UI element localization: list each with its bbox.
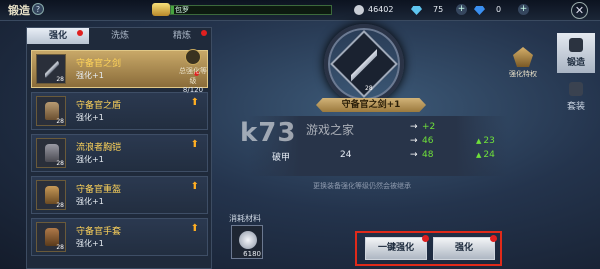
stat-label: 破甲	[272, 153, 291, 163]
vip-progress-fill	[171, 6, 175, 14]
blue-gem-amount: 0	[496, 5, 502, 14]
item-level-badge: 28	[56, 160, 64, 167]
blue-gem-icon	[474, 6, 485, 15]
stat-gain: 48	[422, 150, 434, 160]
diamond-icon	[411, 6, 422, 15]
tab-wash-label: 洗炼	[110, 31, 129, 41]
total-enhance-value: 8/120	[182, 86, 204, 94]
upgrade-arrow-icon: ⬆	[190, 223, 199, 234]
item-enhance-level: 强化+1	[76, 239, 104, 248]
silver-amount: 46402	[368, 5, 394, 14]
one-key-enhance-button[interactable]: 一键强化	[365, 235, 429, 260]
helmet-icon: 28	[36, 180, 66, 210]
item-enhance-level: 强化+1	[76, 155, 104, 164]
material-slot[interactable]: 6180	[231, 225, 263, 259]
list-item[interactable]: 28 守备官重盔 强化+1 ⬆	[31, 176, 208, 214]
vip-label: 包罗	[175, 6, 189, 14]
watermark-logo: k73	[240, 118, 297, 148]
gold-ingot-icon	[152, 3, 170, 16]
item-enhance-level: 强化+1	[76, 71, 104, 80]
close-button[interactable]: ✕	[571, 2, 588, 19]
stat-gain: 46	[422, 136, 434, 146]
one-key-enhance-label: 一键强化	[377, 243, 414, 253]
silver-coin-icon	[354, 5, 364, 15]
item-name: 守备官手套	[76, 227, 122, 237]
chest-armor-icon: 28	[36, 138, 66, 168]
tab-forge[interactable]: 锻造	[557, 33, 595, 73]
stat-next: 23	[476, 136, 494, 146]
vip-progress-bar: 包罗	[170, 5, 332, 15]
item-level-badge: 28	[56, 76, 64, 83]
item-name: 守备官重盔	[76, 185, 122, 195]
top-bar: 锻造 ? 包罗 46402 75 + 0 + ✕	[0, 0, 600, 21]
tab-wash[interactable]: 洗炼	[89, 28, 151, 44]
arrow-right-icon: →	[410, 150, 418, 160]
sword-icon	[351, 45, 377, 85]
arrow-right-icon: →	[410, 122, 418, 132]
stat-gain: +2	[422, 122, 436, 132]
list-item[interactable]: 28 守备官手套 强化+1 ⬆	[31, 218, 208, 256]
tab-refine[interactable]: 精炼	[151, 28, 213, 44]
item-level-badge: 28	[56, 118, 64, 125]
hint-text: 更换装备强化等级仍然会被继承	[313, 182, 411, 190]
list-item[interactable]: 28 流浪者胸铠 强化+1 ⬆	[31, 134, 208, 172]
total-enhance-level: 总强化等级 8/120	[177, 49, 209, 94]
crown-icon	[513, 47, 533, 67]
enhance-label: 强化	[454, 243, 473, 253]
item-enhance-level: 强化+1	[76, 113, 104, 122]
total-enhance-label: 总强化等级	[179, 67, 207, 85]
anvil-icon	[185, 49, 201, 65]
diamond-amount: 75	[433, 5, 444, 14]
gloves-icon: 28	[36, 222, 66, 252]
upgrade-arrow-icon: ⬆	[190, 97, 199, 108]
notification-dot	[77, 30, 83, 36]
upgrade-arrow-icon: ⬆	[190, 139, 199, 150]
item-name: 守备官之盾	[76, 101, 122, 111]
add-diamond-button[interactable]: +	[456, 4, 467, 15]
material-label: 消耗材料	[229, 214, 261, 223]
item-level-badge: 28	[56, 244, 64, 251]
notification-dot	[422, 235, 429, 242]
right-tab-bar: 锻造 套装	[557, 33, 597, 121]
page-title: 锻造	[8, 4, 30, 17]
material-count: 6180	[243, 250, 261, 258]
upgrade-arrow-icon: ⬆	[190, 181, 199, 192]
tab-set[interactable]: 套装	[557, 77, 595, 117]
arrow-right-icon: →	[410, 136, 418, 146]
item-name: 守备官之剑	[76, 59, 122, 69]
list-item[interactable]: 28 守备官之盾 强化+1 ⬆	[31, 92, 208, 130]
tab-refine-label: 精炼	[172, 31, 191, 41]
stat-row: 破甲 24 → 48 24	[272, 150, 495, 163]
weapon-level-badge: 28	[365, 85, 373, 92]
watermark-text: 游戏之家	[306, 123, 355, 137]
item-enhance-level: 强化+1	[76, 197, 104, 206]
privilege-label: 强化特权	[509, 70, 537, 78]
notification-dot	[201, 30, 207, 36]
tab-bar: 强化 洗炼 精炼	[27, 28, 213, 44]
forge-icon	[569, 38, 583, 52]
item-level-badge: 28	[56, 202, 64, 209]
tab-forge-label: 锻造	[566, 58, 585, 68]
weapon-name: 守备官之剑+1	[316, 98, 426, 112]
enhance-button[interactable]: 强化	[433, 235, 497, 260]
help-button[interactable]: ?	[32, 3, 44, 15]
notification-dot	[490, 235, 497, 242]
shield-icon: 28	[36, 96, 66, 126]
silver-ore-icon	[239, 231, 257, 249]
enhance-privilege-button[interactable]: 强化特权	[505, 47, 541, 79]
stat-current: 24	[340, 150, 352, 160]
tab-enhance[interactable]: 强化	[27, 28, 89, 44]
add-gem-button[interactable]: +	[518, 4, 529, 15]
item-name: 流浪者胸铠	[76, 143, 122, 153]
action-button-group: 一键强化 强化	[355, 231, 502, 266]
sword-icon: 28	[36, 54, 66, 84]
tab-enhance-label: 强化	[48, 31, 67, 41]
stat-next: 24	[476, 150, 494, 160]
armor-set-icon	[569, 82, 583, 96]
tab-set-label: 套装	[566, 102, 585, 112]
